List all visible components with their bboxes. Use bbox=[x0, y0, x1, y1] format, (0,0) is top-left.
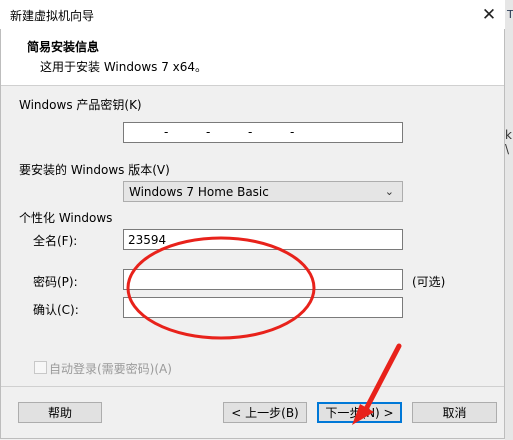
next-button[interactable]: 下一步(N) > bbox=[317, 402, 402, 423]
product-key-input[interactable]: - - - - bbox=[123, 122, 403, 143]
background-fragment-t: T bbox=[507, 8, 513, 21]
title-bar: 新建虚拟机向导 ✕ bbox=[0, 0, 505, 30]
key-separator: - bbox=[164, 125, 169, 139]
confirm-label: 确认(C): bbox=[33, 303, 79, 317]
fullname-label: 全名(F): bbox=[33, 234, 78, 248]
wizard-dialog: 简易安装信息 这用于安装 Windows 7 x64。 Windows 产品密钥… bbox=[0, 29, 505, 439]
password-label: 密码(P): bbox=[33, 275, 78, 289]
edition-selected-value: Windows 7 Home Basic bbox=[129, 184, 269, 199]
footer-divider bbox=[1, 386, 504, 387]
password-optional-label: (可选) bbox=[412, 275, 446, 289]
chevron-down-icon: ⌄ bbox=[384, 185, 394, 198]
fullname-value: 23594 bbox=[128, 232, 167, 247]
page-title: 简易安装信息 bbox=[27, 40, 100, 54]
edition-select[interactable]: Windows 7 Home Basic ⌄ bbox=[123, 181, 403, 202]
cancel-button[interactable]: 取消 bbox=[412, 402, 497, 423]
wizard-header: 简易安装信息 这用于安装 Windows 7 x64。 bbox=[1, 29, 504, 86]
key-separator: - bbox=[206, 125, 211, 139]
key-separator: - bbox=[248, 125, 253, 139]
personalize-label: 个性化 Windows bbox=[19, 211, 113, 225]
background-fragment: \ bbox=[505, 142, 510, 156]
confirm-password-input[interactable] bbox=[123, 297, 403, 318]
back-button[interactable]: < 上一步(B) bbox=[223, 402, 307, 423]
help-button[interactable]: 帮助 bbox=[18, 402, 102, 423]
autologin-label: 自动登录(需要密码)(A) bbox=[49, 362, 172, 376]
background-window-strip bbox=[505, 0, 513, 440]
close-icon[interactable]: ✕ bbox=[474, 0, 504, 29]
window-title: 新建虚拟机向导 bbox=[10, 9, 95, 23]
fullname-input[interactable]: 23594 bbox=[123, 229, 403, 250]
key-separator: - bbox=[290, 125, 295, 139]
password-input[interactable] bbox=[123, 269, 403, 290]
page-subtitle: 这用于安装 Windows 7 x64。 bbox=[40, 60, 208, 74]
edition-label: 要安装的 Windows 版本(V) bbox=[19, 163, 170, 177]
background-fragment: k bbox=[505, 128, 512, 142]
product-key-label: Windows 产品密钥(K) bbox=[19, 98, 142, 112]
autologin-checkbox[interactable] bbox=[34, 361, 47, 374]
